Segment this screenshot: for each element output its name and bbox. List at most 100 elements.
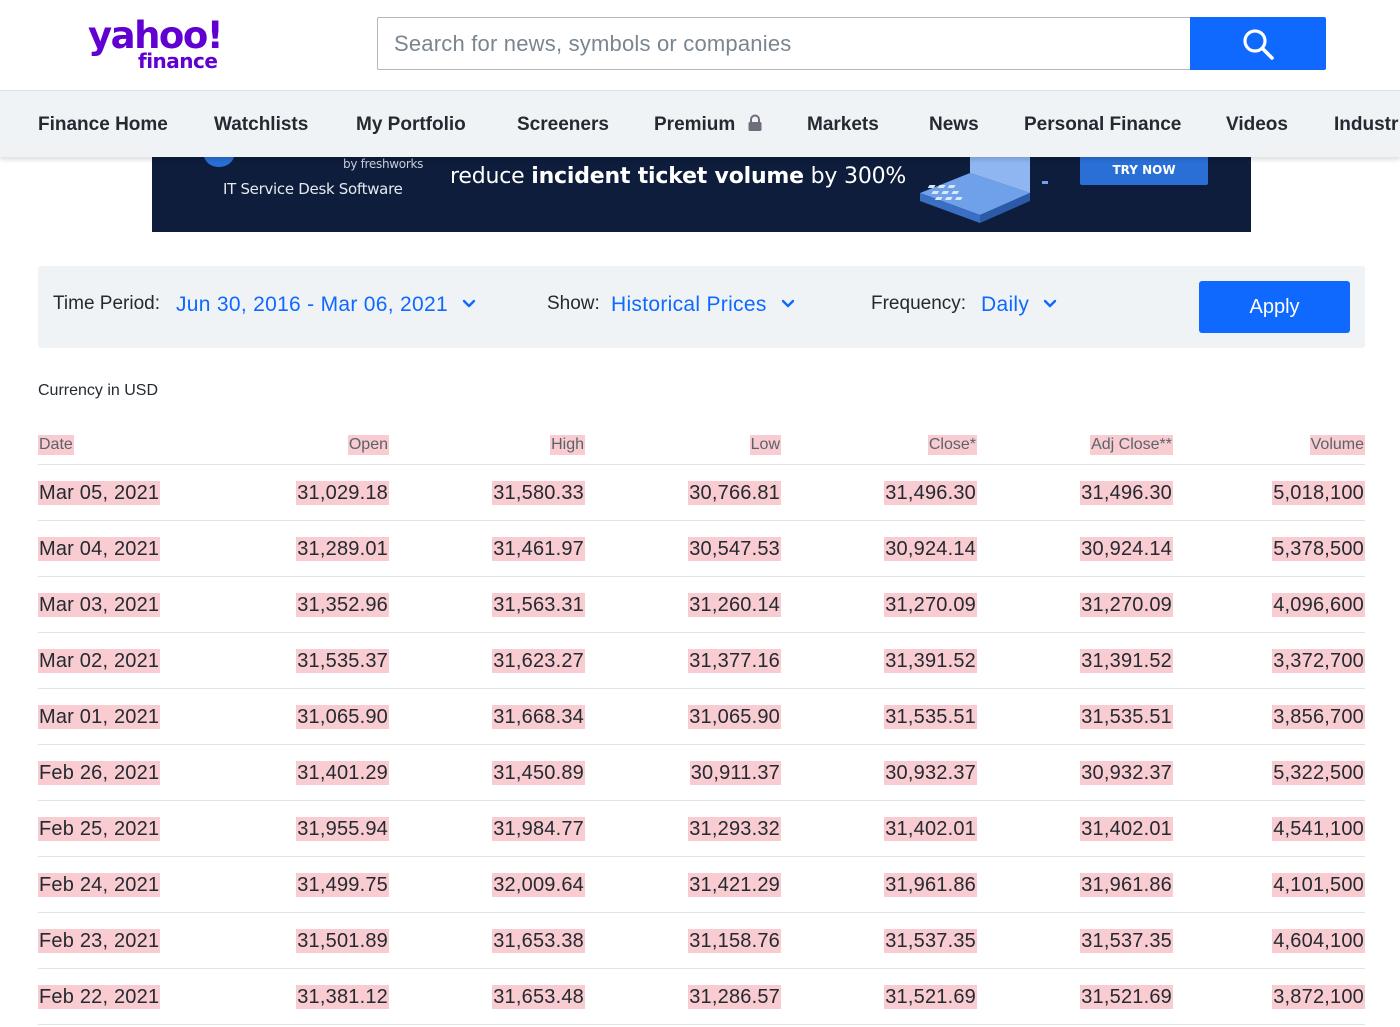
cell-close: 31,402.01 xyxy=(884,817,977,841)
cell-open: 31,381.12 xyxy=(296,985,389,1009)
table-row: Feb 22, 2021 31,381.12 31,653.48 31,286.… xyxy=(38,969,1365,1025)
cell-high: 31,653.48 xyxy=(492,985,585,1009)
nav-item-screeners[interactable]: Screeners xyxy=(517,91,609,158)
cell-volume: 4,541,100 xyxy=(1272,817,1365,841)
cell-adj-close: 31,402.01 xyxy=(1080,817,1173,841)
header-low: Low xyxy=(749,435,781,455)
ad-headline: reduce incident ticket volume by 300% xyxy=(450,164,906,189)
cell-adj-close: 31,391.52 xyxy=(1080,649,1173,673)
cell-open: 31,501.89 xyxy=(296,929,389,953)
cell-volume: 5,378,500 xyxy=(1272,537,1365,561)
cell-high: 31,653.38 xyxy=(492,929,585,953)
cell-low: 30,766.81 xyxy=(688,481,781,505)
cell-high: 31,563.31 xyxy=(492,593,585,617)
cell-date: Feb 24, 2021 xyxy=(38,873,161,897)
cell-high: 31,461.97 xyxy=(492,537,585,561)
cell-adj-close: 31,521.69 xyxy=(1080,985,1173,1009)
nav-item-premium-label: Premium xyxy=(654,114,736,135)
show-dropdown[interactable]: Historical Prices xyxy=(611,293,795,317)
cell-close: 31,537.35 xyxy=(884,929,977,953)
cell-high: 31,623.27 xyxy=(492,649,585,673)
search-button[interactable] xyxy=(1190,17,1326,70)
cell-low: 30,911.37 xyxy=(689,761,781,785)
cell-volume: 3,372,700 xyxy=(1272,649,1365,673)
apply-button[interactable]: Apply xyxy=(1199,281,1350,333)
ad-headline-bold: incident ticket volume xyxy=(531,164,804,189)
ad-try-now-button[interactable]: TRY NOW xyxy=(1080,157,1208,185)
nav-item-industries[interactable]: Industr xyxy=(1334,91,1398,158)
cell-close: 31,270.09 xyxy=(884,593,977,617)
header-high: High xyxy=(550,435,585,455)
cell-volume: 4,604,100 xyxy=(1272,929,1365,953)
main-nav: Finance Home Watchlists My Portfolio Scr… xyxy=(0,90,1400,157)
ad-headline-pre: reduce xyxy=(450,164,532,189)
frequency-label: Frequency: xyxy=(871,293,967,314)
nav-item-markets[interactable]: Markets xyxy=(807,91,879,158)
ad-headline-post: by 300% xyxy=(803,164,907,189)
show-value: Historical Prices xyxy=(611,293,767,316)
nav-item-personal-finance[interactable]: Personal Finance xyxy=(1024,91,1181,158)
ad-banner[interactable]: by freshworks IT Service Desk Software r… xyxy=(152,157,1251,232)
logo-finance-text: finance xyxy=(138,49,218,73)
search-input[interactable] xyxy=(394,18,1184,69)
filter-panel: Time Period: Jun 30, 2016 - Mar 06, 2021… xyxy=(38,266,1365,348)
cell-open: 31,352.96 xyxy=(296,593,389,617)
cell-low: 31,260.14 xyxy=(688,593,781,617)
cell-open: 31,029.18 xyxy=(296,481,389,505)
frequency-dropdown[interactable]: Daily xyxy=(981,293,1057,317)
cell-low: 31,293.32 xyxy=(688,817,781,841)
cell-date: Mar 03, 2021 xyxy=(38,593,161,617)
show-label: Show: xyxy=(547,293,600,314)
cell-low: 30,547.53 xyxy=(688,537,781,561)
nav-item-my-portfolio[interactable]: My Portfolio xyxy=(356,91,466,158)
cell-adj-close: 31,496.30 xyxy=(1080,481,1173,505)
table-header-row: Date Open High Low Close* Adj Close** Vo… xyxy=(38,425,1365,465)
cell-volume: 4,096,600 xyxy=(1272,593,1365,617)
currency-note: Currency in USD xyxy=(38,382,159,399)
search-box xyxy=(377,17,1192,70)
time-period-label: Time Period: xyxy=(53,293,160,314)
header-date: Date xyxy=(38,435,74,455)
table-row: Feb 24, 2021 31,499.75 32,009.64 31,421.… xyxy=(38,857,1365,913)
time-period-dropdown[interactable]: Jun 30, 2016 - Mar 06, 2021 xyxy=(176,293,476,317)
cell-date: Feb 22, 2021 xyxy=(38,985,161,1009)
table-row: Mar 02, 2021 31,535.37 31,623.27 31,377.… xyxy=(38,633,1365,689)
laptop-illustration xyxy=(920,157,1048,223)
cell-adj-close: 30,924.14 xyxy=(1080,537,1173,561)
cell-low: 31,065.90 xyxy=(688,705,781,729)
nav-item-finance-home[interactable]: Finance Home xyxy=(38,91,168,158)
time-period-value: Jun 30, 2016 - Mar 06, 2021 xyxy=(176,293,448,316)
table-row: Feb 25, 2021 31,955.94 31,984.77 31,293.… xyxy=(38,801,1365,857)
chevron-down-icon xyxy=(781,299,794,308)
cell-high: 31,668.34 xyxy=(492,705,585,729)
nav-item-news[interactable]: News xyxy=(929,91,979,158)
cell-volume: 5,322,500 xyxy=(1272,761,1365,785)
table-row: Feb 23, 2021 31,501.89 31,653.38 31,158.… xyxy=(38,913,1365,969)
cell-high: 31,450.89 xyxy=(492,761,585,785)
header-adj-close: Adj Close** xyxy=(1090,435,1173,455)
cell-date: Feb 23, 2021 xyxy=(38,929,161,953)
chevron-down-icon xyxy=(462,299,476,308)
nav-item-premium[interactable]: Premium xyxy=(654,91,763,158)
cell-high: 31,580.33 xyxy=(492,481,585,505)
cell-low: 31,421.29 xyxy=(688,873,781,897)
header-volume: Volume xyxy=(1309,435,1365,455)
cell-volume: 4,101,500 xyxy=(1272,873,1365,897)
table-row: Mar 01, 2021 31,065.90 31,668.34 31,065.… xyxy=(38,689,1365,745)
cell-open: 31,499.75 xyxy=(296,873,389,897)
cell-high: 32,009.64 xyxy=(492,873,585,897)
nav-item-watchlists[interactable]: Watchlists xyxy=(214,91,308,158)
search-icon xyxy=(1243,28,1274,60)
cell-low: 31,158.76 xyxy=(688,929,781,953)
nav-item-videos[interactable]: Videos xyxy=(1226,91,1288,158)
cell-date: Mar 04, 2021 xyxy=(38,537,161,561)
table-row: Mar 05, 2021 31,029.18 31,580.33 30,766.… xyxy=(38,465,1365,521)
cell-adj-close: 30,932.37 xyxy=(1080,761,1173,785)
lock-icon xyxy=(748,114,762,131)
yahoo-finance-logo[interactable]: yahoo! finance xyxy=(88,12,238,74)
cell-open: 31,065.90 xyxy=(296,705,389,729)
cell-volume: 5,018,100 xyxy=(1272,481,1365,505)
cell-adj-close: 31,270.09 xyxy=(1080,593,1173,617)
cell-adj-close: 31,961.86 xyxy=(1080,873,1173,897)
header-open: Open xyxy=(347,435,389,455)
